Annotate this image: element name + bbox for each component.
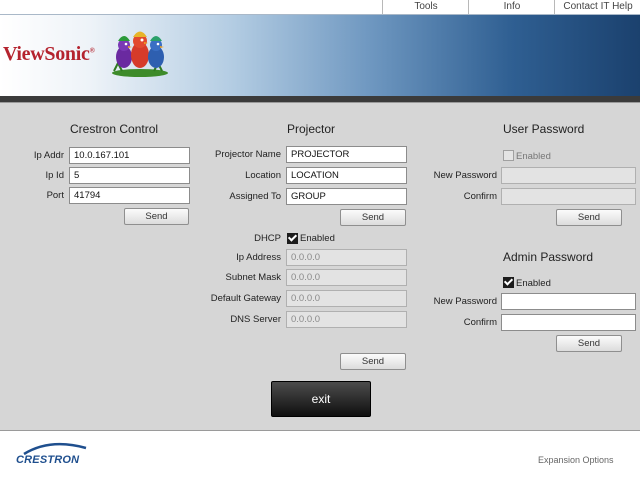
- nav-info-link[interactable]: Info: [468, 0, 555, 14]
- user-password-heading: User Password: [503, 122, 585, 136]
- assigned-to-input[interactable]: GROUP: [286, 188, 407, 205]
- dhcp-checkbox[interactable]: [287, 233, 298, 244]
- projector-send-button[interactable]: Send: [340, 209, 406, 226]
- subnet-mask-input[interactable]: 0.0.0.0: [286, 269, 407, 286]
- admin-password-enabled-checkbox[interactable]: [503, 277, 514, 288]
- admin-confirm-input[interactable]: [501, 314, 636, 331]
- crestron-control-heading: Crestron Control: [70, 122, 159, 136]
- location-input[interactable]: LOCATION: [286, 167, 407, 184]
- viewsonic-logo: ViewSonic®: [3, 43, 95, 65]
- dhcp-label: DHCP: [254, 233, 281, 244]
- default-gateway-input[interactable]: 0.0.0.0: [286, 290, 407, 307]
- admin-new-password-input[interactable]: [501, 293, 636, 310]
- user-new-password-label: New Password: [433, 170, 497, 181]
- admin-password-heading: Admin Password: [503, 250, 594, 264]
- assigned-to-label: Assigned To: [229, 191, 281, 202]
- ip-address-input[interactable]: 0.0.0.0: [286, 249, 407, 266]
- crestron-logo: CRESTRON: [16, 454, 80, 466]
- ip-id-label: Ip Id: [45, 170, 65, 181]
- default-gateway-label: Default Gateway: [210, 293, 281, 304]
- projector-name-label: Projector Name: [215, 149, 281, 160]
- viewsonic-birds-icon: [112, 31, 168, 77]
- user-password-send-button[interactable]: Send: [556, 209, 622, 226]
- user-password-enabled-checkbox[interactable]: [503, 150, 514, 161]
- ip-address-label: Ip Address: [236, 252, 281, 263]
- top-nav: Tools Info Contact IT Help: [0, 0, 640, 14]
- nav-tools-link[interactable]: Tools: [382, 0, 469, 14]
- projector-name-input[interactable]: PROJECTOR: [286, 146, 407, 163]
- admin-new-password-label: New Password: [433, 296, 497, 307]
- subnet-mask-label: Subnet Mask: [225, 272, 281, 283]
- dhcp-enabled-label: Enabled: [300, 233, 335, 244]
- crestron-send-button[interactable]: Send: [124, 208, 189, 225]
- port-input[interactable]: 41794: [69, 187, 190, 204]
- expansion-options-link[interactable]: Expansion Options: [538, 455, 614, 465]
- user-new-password-input[interactable]: [501, 167, 636, 184]
- network-send-button[interactable]: Send: [340, 353, 406, 370]
- ip-id-input[interactable]: 5: [69, 167, 190, 184]
- location-label: Location: [245, 170, 281, 181]
- dns-server-label: DNS Server: [230, 314, 281, 325]
- header-banner: ViewSonic®: [0, 14, 640, 97]
- admin-confirm-label: Confirm: [463, 317, 497, 328]
- admin-password-enabled-label: Enabled: [516, 278, 551, 289]
- user-confirm-input[interactable]: [501, 188, 636, 205]
- ip-addr-label: Ip Addr: [33, 150, 64, 161]
- ip-addr-input[interactable]: 10.0.167.101: [69, 147, 190, 164]
- user-password-enabled-label: Enabled: [516, 151, 551, 162]
- exit-button[interactable]: exit: [271, 381, 371, 417]
- projector-heading: Projector: [287, 122, 336, 136]
- admin-password-send-button[interactable]: Send: [556, 335, 622, 352]
- nav-help-link[interactable]: Contact IT Help: [554, 0, 640, 14]
- user-confirm-label: Confirm: [463, 191, 497, 202]
- dns-server-input[interactable]: 0.0.0.0: [286, 311, 407, 328]
- port-label: Port: [46, 190, 64, 201]
